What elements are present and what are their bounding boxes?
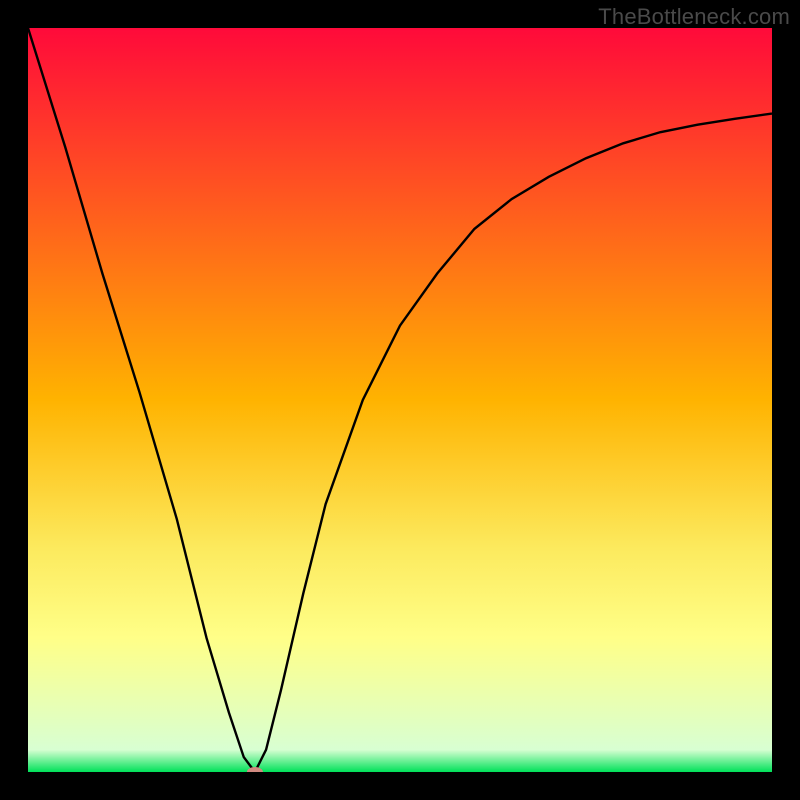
watermark-text: TheBottleneck.com [598,4,790,30]
chart-frame: TheBottleneck.com [0,0,800,800]
gradient-background [28,28,772,772]
bottleneck-chart [28,28,772,772]
plot-area [28,28,772,772]
